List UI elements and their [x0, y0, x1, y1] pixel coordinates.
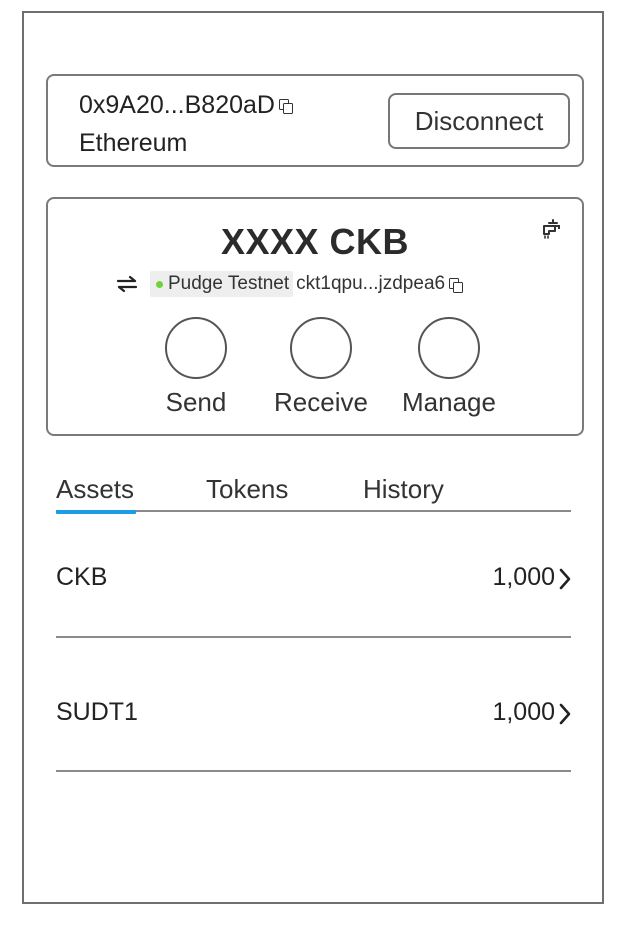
faucet-icon[interactable]: [540, 217, 564, 241]
tab-history[interactable]: History: [363, 474, 444, 505]
ckb-address-row: ckt1qpu...jzdpea6: [296, 273, 464, 295]
wallet-address-row: 0x9A20...B820aD: [79, 90, 293, 120]
copy-icon[interactable]: [278, 98, 293, 114]
list-item[interactable]: SUDT1 1,000: [56, 698, 571, 738]
wallet-actions: Send Receive Manage: [48, 317, 582, 427]
chain-name: Ethereum: [79, 129, 188, 157]
receive-icon: [290, 317, 352, 379]
disconnect-button[interactable]: Disconnect: [388, 93, 570, 149]
wallet-address: 0x9A20...B820aD: [79, 91, 275, 119]
send-button[interactable]: Send: [163, 317, 229, 418]
network-badge[interactable]: Pudge Testnet: [150, 271, 294, 297]
network-row: Pudge Testnet ckt1qpu...jzdpea6: [116, 270, 464, 298]
list-item[interactable]: CKB 1,000: [56, 563, 571, 603]
tab-assets[interactable]: Assets: [56, 474, 137, 514]
asset-amount: 1,000: [492, 698, 555, 726]
account-card: 0x9A20...B820aD Ethereum Disconnect: [46, 74, 584, 167]
receive-button[interactable]: Receive: [274, 317, 368, 418]
chevron-right-icon: [559, 568, 571, 590]
network-status-dot: [156, 280, 163, 288]
switch-network-icon[interactable]: [116, 275, 138, 293]
asset-name: SUDT1: [56, 698, 138, 726]
manage-icon: [418, 317, 480, 379]
manage-button[interactable]: Manage: [402, 317, 496, 418]
balance-card: XXXX CKB Pudge Testnet ckt1qpu...jzdpea6…: [46, 197, 584, 436]
send-label: Send: [165, 387, 227, 417]
manage-label: Manage: [402, 387, 496, 417]
balance-amount: XXXX CKB: [220, 221, 410, 262]
asset-amount: 1,000: [492, 563, 555, 591]
receive-label: Receive: [274, 387, 368, 417]
divider: [56, 636, 571, 638]
network-name: Pudge Testnet: [168, 273, 290, 294]
tab-tokens[interactable]: Tokens: [206, 474, 288, 505]
tab-bar: Assets Tokens History: [56, 470, 571, 514]
send-icon: [165, 317, 227, 379]
asset-name: CKB: [56, 563, 108, 591]
chevron-right-icon: [559, 703, 571, 725]
divider: [56, 770, 571, 772]
ckb-address: ckt1qpu...jzdpea6: [296, 273, 446, 294]
copy-icon[interactable]: [449, 277, 464, 293]
